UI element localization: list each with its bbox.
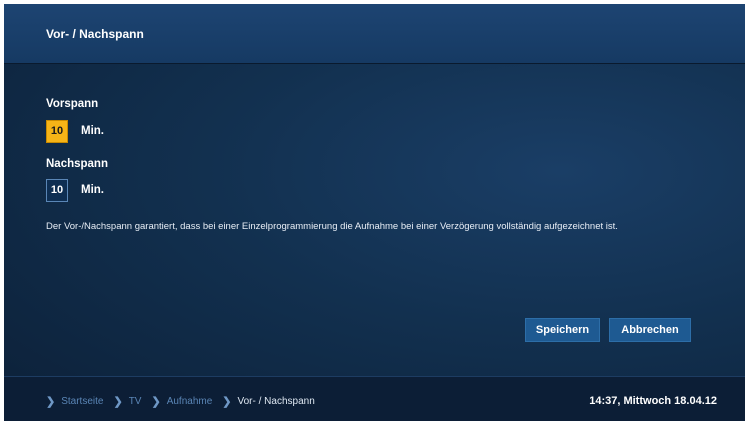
tv-screen: Vor- / Nachspann Vorspann 10 Min. Nachsp… bbox=[4, 4, 745, 421]
save-button[interactable]: Speichern bbox=[525, 318, 600, 342]
breadcrumb-item-startseite[interactable]: Startseite bbox=[61, 396, 103, 407]
description-text: Der Vor-/Nachspann garantiert, dass bei … bbox=[46, 221, 618, 232]
chevron-right-icon: ❯ bbox=[222, 396, 232, 408]
vorspann-label: Vorspann bbox=[46, 98, 99, 110]
page-title: Vor- / Nachspann bbox=[46, 27, 144, 41]
nachspann-value-field[interactable]: 10 bbox=[46, 179, 68, 202]
header-bar: Vor- / Nachspann bbox=[4, 4, 745, 64]
breadcrumb-item-current: Vor- / Nachspann bbox=[237, 396, 315, 407]
breadcrumb-item-aufnahme[interactable]: Aufnahme bbox=[167, 396, 213, 407]
footer-bar: ❯ Startseite ❯ TV ❯ Aufnahme ❯ Vor- / Na… bbox=[4, 376, 745, 421]
vorspann-unit: Min. bbox=[81, 125, 104, 137]
vorspann-value-field[interactable]: 10 bbox=[46, 120, 68, 143]
chevron-right-icon: ❯ bbox=[113, 396, 123, 408]
nachspann-unit: Min. bbox=[81, 184, 104, 196]
chevron-right-icon: ❯ bbox=[46, 396, 56, 408]
breadcrumb-item-tv[interactable]: TV bbox=[129, 396, 142, 407]
chevron-right-icon: ❯ bbox=[151, 396, 161, 408]
breadcrumb: ❯ Startseite ❯ TV ❯ Aufnahme ❯ Vor- / Na… bbox=[46, 395, 325, 408]
cancel-button[interactable]: Abbrechen bbox=[609, 318, 691, 342]
nachspann-label: Nachspann bbox=[46, 158, 108, 170]
clock-display: 14:37, Mittwoch 18.04.12 bbox=[589, 395, 717, 407]
